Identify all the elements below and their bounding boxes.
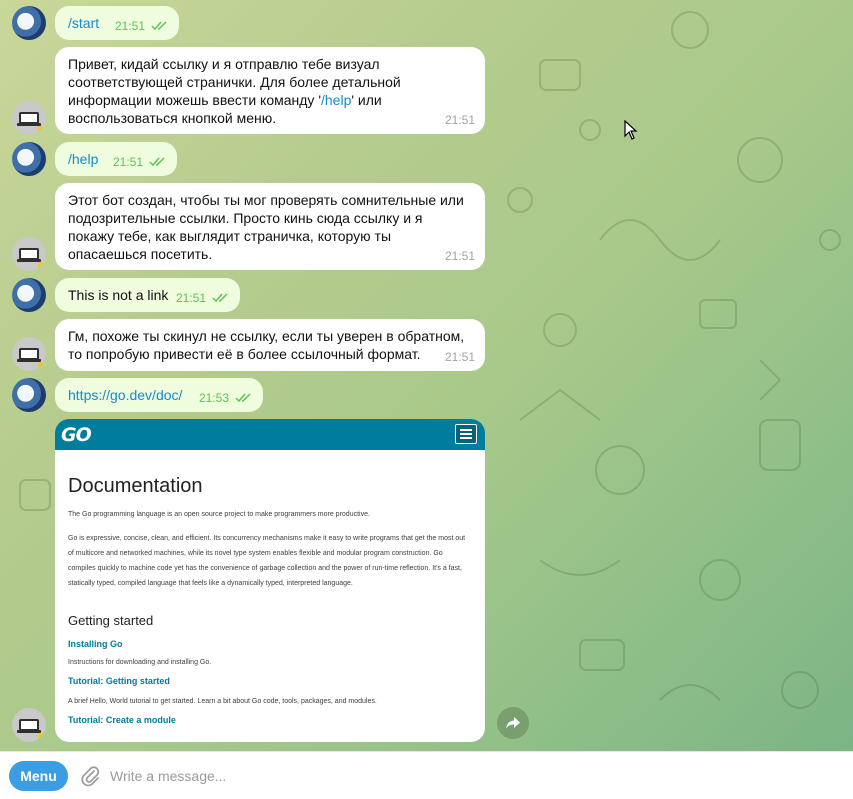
chat-area[interactable]: /start 21:51 Привет, кидай ссылку и я от… — [0, 0, 853, 751]
bot-avatar[interactable] — [12, 101, 46, 135]
user-avatar[interactable] — [12, 142, 46, 176]
bot-avatar[interactable] — [12, 708, 46, 742]
screenshot-preview-image[interactable]: GO Documentation The Go programming lang… — [55, 419, 485, 742]
doc-paragraph: Go is expressive, concise, clean, and ef… — [68, 535, 466, 587]
message-time: 21:51 — [444, 350, 475, 364]
message-input[interactable] — [110, 762, 810, 790]
doc-section-heading: Getting started — [68, 613, 154, 628]
message-meta: 21:51 — [176, 289, 230, 307]
help-command-link[interactable]: /help — [321, 92, 351, 108]
bot-avatar[interactable] — [12, 237, 46, 271]
doc-title: Documentation — [68, 475, 203, 497]
message-bubble-incoming[interactable]: Гм, похоже ты скинул не ссылку, если ты … — [55, 319, 485, 371]
message-meta: 21:51 — [113, 153, 167, 171]
message-bubble-outgoing[interactable]: /start 21:51 — [55, 6, 179, 40]
message-time: 21:51 — [112, 155, 143, 169]
double-check-icon — [235, 393, 251, 403]
message-bubble-outgoing[interactable]: https://go.dev/doc/ 21:53 — [55, 378, 263, 412]
user-avatar[interactable] — [12, 378, 46, 412]
message-bubble-outgoing[interactable]: /help 21:51 — [55, 142, 177, 176]
doc-body: Documentation The Go programming languag… — [55, 475, 485, 725]
go-site-header: GO — [55, 419, 485, 450]
url-link[interactable]: https://go.dev/doc/ — [68, 387, 182, 403]
message-meta: 21:51 — [445, 348, 475, 366]
doc-item-desc: A brief Hello, World tutorial to get sta… — [68, 698, 377, 705]
message-composer: Menu — [0, 751, 853, 799]
message-meta: 21:53 — [199, 389, 253, 407]
message-time: 21:51 — [444, 249, 475, 263]
double-check-icon — [212, 293, 228, 303]
bot-menu-button[interactable]: Menu — [9, 761, 68, 791]
message-text: Этот бот создан, чтобы ты мог проверять … — [68, 192, 464, 262]
message-meta: 21:51 — [445, 111, 475, 129]
go-logo: GO — [61, 424, 92, 446]
message-text: This is not a link — [68, 287, 169, 303]
doc-item-title: Tutorial: Getting started — [68, 676, 170, 686]
message-bubble-incoming[interactable]: Этот бот создан, чтобы ты мог проверять … — [55, 183, 485, 270]
share-button[interactable] — [497, 707, 529, 739]
doc-item-title: Tutorial: Create a module — [68, 715, 176, 725]
paperclip-icon[interactable] — [79, 765, 101, 787]
hamburger-menu-icon — [455, 424, 477, 444]
message-time: 21:51 — [114, 19, 145, 33]
doc-item-title: Installing Go — [68, 639, 123, 649]
command-link[interactable]: /start — [68, 15, 99, 31]
message-meta: 21:51 — [445, 247, 475, 265]
user-avatar[interactable] — [12, 6, 46, 40]
message-time: 21:53 — [198, 391, 229, 405]
message-bubble-outgoing[interactable]: This is not a link 21:51 — [55, 278, 240, 312]
share-icon — [506, 717, 520, 729]
message-time: 21:51 — [444, 113, 475, 127]
double-check-icon — [149, 157, 165, 167]
doc-item-desc: Instructions for downloading and install… — [68, 659, 212, 666]
doc-intro: The Go programming language is an open s… — [68, 511, 370, 518]
mouse-cursor-icon — [624, 120, 638, 140]
command-link[interactable]: /help — [68, 151, 98, 167]
message-meta: 21:51 — [115, 17, 169, 35]
double-check-icon — [151, 21, 167, 31]
message-time: 21:51 — [175, 291, 206, 305]
user-avatar[interactable] — [12, 278, 46, 312]
bot-avatar[interactable] — [12, 337, 46, 371]
message-text: Гм, похоже ты скинул не ссылку, если ты … — [68, 328, 465, 362]
message-bubble-incoming[interactable]: Привет, кидай ссылку и я отправлю тебе в… — [55, 47, 485, 134]
